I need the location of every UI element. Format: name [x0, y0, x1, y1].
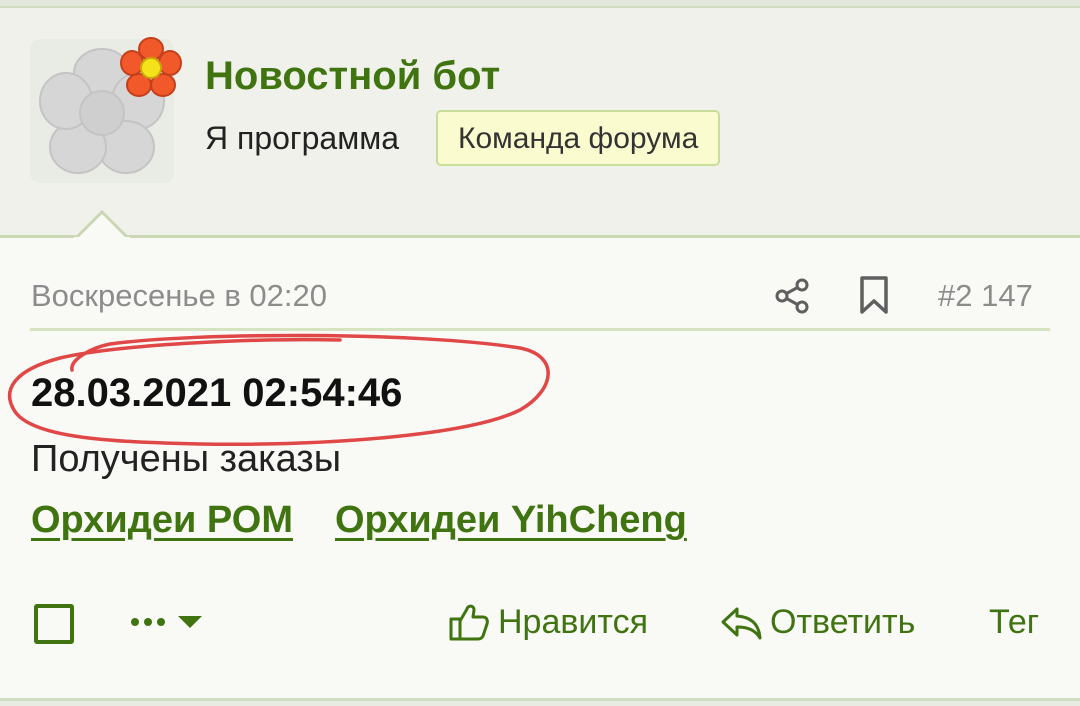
tag-button[interactable]: Тег [989, 600, 1039, 644]
tag-label: Тег [989, 602, 1040, 641]
post-number-link[interactable]: #2 147 [938, 278, 1033, 314]
thumbs-up-icon [449, 604, 489, 641]
share-icon[interactable] [772, 276, 812, 316]
staff-banner: Команда форума [436, 110, 721, 166]
username-link[interactable]: Новостной бот [205, 54, 500, 99]
reply-label: Ответить [770, 602, 916, 641]
header-pointer-arrow [74, 210, 130, 240]
reply-arrow-icon [721, 607, 762, 640]
post-timestamp-text: 28.03.2021 02:54:46 [31, 371, 403, 415]
bookmark-icon[interactable] [854, 274, 894, 316]
orchid-yihcheng-link[interactable]: Орхидеи YihCheng [335, 499, 687, 542]
user-title: Я программа [205, 120, 399, 156]
reply-button[interactable]: Ответить [720, 600, 915, 644]
ellipsis-menu-icon[interactable] [128, 610, 208, 634]
flower-badge-icon [120, 37, 182, 97]
bottom-divider [0, 698, 1080, 706]
like-button[interactable]: Нравится [448, 600, 648, 644]
top-divider [0, 0, 1080, 8]
post-body-text: Получены заказы [31, 438, 342, 480]
post-date[interactable]: Воскресенье в 02:20 [31, 278, 327, 314]
select-post-checkbox[interactable] [34, 604, 74, 644]
orchid-rom-link[interactable]: Орхидеи РОМ [31, 499, 293, 542]
like-label: Нравится [498, 602, 649, 641]
message-user-header: Новостной бот Я программа Команда форума [0, 8, 1080, 238]
